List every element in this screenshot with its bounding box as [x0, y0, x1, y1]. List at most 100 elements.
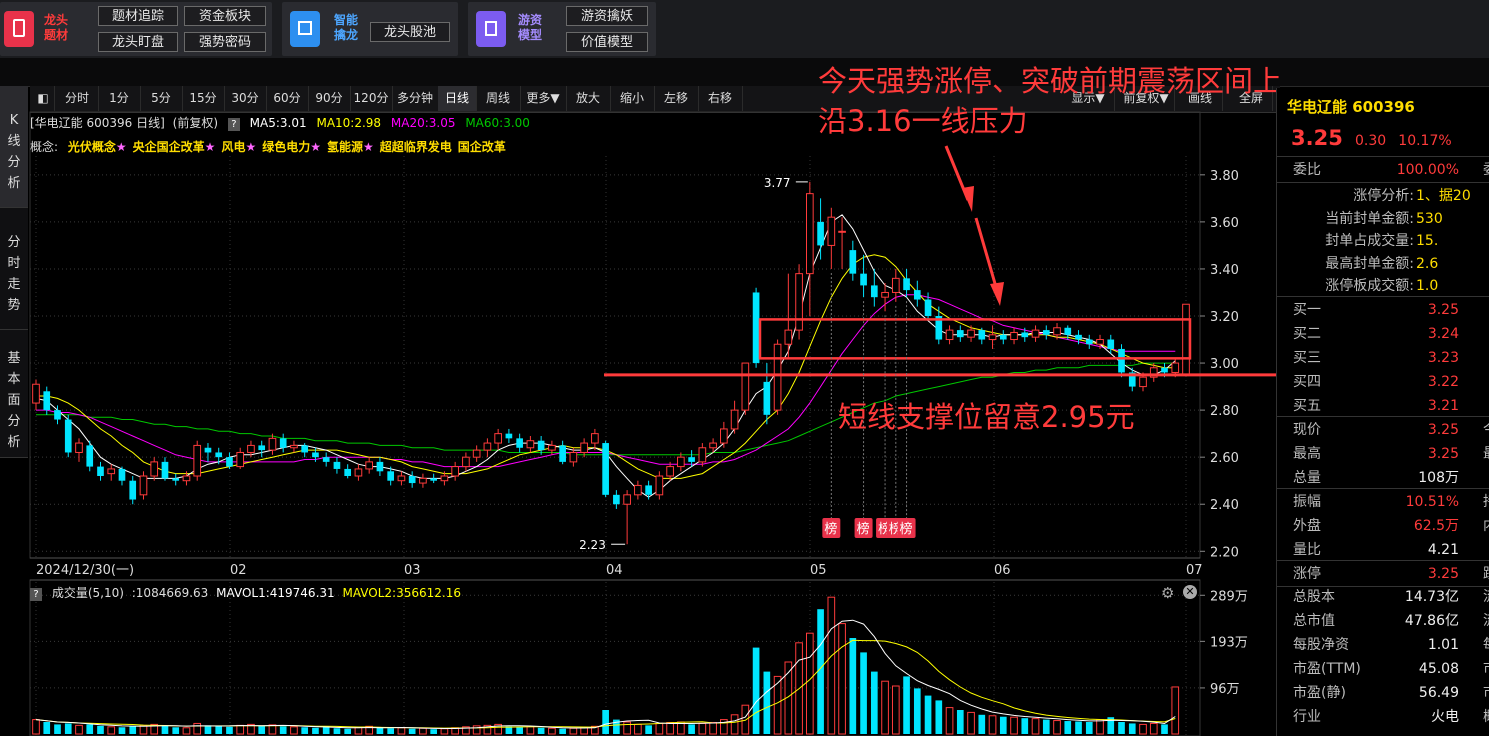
candle-body	[602, 443, 609, 495]
limit-analysis-value: 1.0	[1416, 278, 1439, 294]
volume-bar	[559, 728, 566, 734]
candle-body	[913, 290, 921, 300]
stock-code: 600396	[1352, 98, 1415, 116]
candle-body	[107, 468, 116, 475]
fund-4-row-cut: 市	[1483, 681, 1489, 705]
candle-body	[354, 468, 363, 477]
volume-bar	[569, 727, 578, 735]
candle-body	[569, 451, 578, 463]
candle-body	[397, 475, 406, 482]
fund-1-row-label: 总市值	[1293, 613, 1335, 629]
volume-bar	[645, 725, 652, 734]
volume-bar	[849, 638, 857, 734]
volume-bar	[655, 722, 664, 735]
candle-body	[483, 442, 492, 451]
volume-bar	[860, 652, 867, 734]
candle-body	[741, 362, 750, 411]
fund-4-row-value: 56.49	[1418, 685, 1459, 701]
weibi-row: 委比 100.00% 委	[1277, 158, 1489, 182]
volume-bar	[1075, 721, 1082, 734]
volume-bar	[1128, 723, 1136, 734]
fund-4-row-label: 市盈(静)	[1293, 685, 1346, 701]
candle-body	[698, 447, 707, 463]
fund-5-row-label: 行业	[1293, 709, 1321, 725]
volume-bar	[1149, 722, 1158, 735]
price-tick-label: 2.20	[1210, 545, 1239, 560]
candle-body	[580, 442, 588, 453]
date-label: 07	[1186, 563, 1203, 578]
volume-bar	[387, 728, 395, 734]
candle-body	[817, 221, 824, 246]
volume-bar	[86, 724, 94, 734]
price-tick-label: 3.60	[1210, 216, 1239, 231]
volume-bar	[397, 727, 406, 735]
low-price-label: 2.23	[579, 538, 606, 552]
quote-0-row: 现价 3.25 今	[1277, 418, 1489, 442]
fund-1-row-value: 47.86亿	[1404, 613, 1459, 629]
volume-bar	[54, 724, 61, 734]
candle-body	[548, 444, 556, 451]
volume-bar	[226, 726, 233, 734]
bid-5-row: 买五 3.21	[1277, 394, 1489, 418]
limit-analysis-row: 封单占成交量: 15.	[1277, 229, 1489, 253]
annotation-support: 短线支撑位留意2.95元	[838, 400, 1135, 434]
fund-5-row: 行业 火电 概	[1277, 705, 1489, 729]
candle-body	[1139, 376, 1147, 388]
volume-bar	[870, 671, 878, 734]
candle-body	[451, 466, 459, 477]
limit-price-row: 涨停 3.25 跌	[1277, 562, 1489, 586]
bid-2-row-label: 买二	[1293, 326, 1321, 342]
candle-body	[97, 466, 104, 476]
vol-help-icon[interactable]: ?	[30, 588, 42, 601]
volume-bar	[1010, 716, 1018, 735]
close-icon[interactable]: ✕	[1183, 585, 1197, 599]
candle-body	[472, 449, 481, 458]
bid-1-row: 买一 3.25	[1277, 298, 1489, 322]
candle-body	[1021, 332, 1029, 338]
limit-analysis-value: 15.	[1416, 233, 1439, 249]
volume-bar	[903, 676, 910, 734]
candle-body	[526, 440, 535, 449]
volume-bar	[526, 726, 535, 735]
volume-bar	[193, 722, 202, 735]
candle-body	[827, 216, 836, 246]
fund-0-row-label: 总股本	[1293, 589, 1335, 605]
kline-chart[interactable]: 3.80 3.60 3.40 3.20 3.00 2.80 2.60 2.40 2.20 2024…	[0, 0, 1276, 736]
volume-bar	[634, 723, 642, 735]
candle-body	[924, 299, 932, 316]
candle-body	[1182, 303, 1190, 376]
volume-bar	[312, 727, 319, 734]
candle-body	[312, 452, 319, 458]
bid-4-row-value: 3.22	[1427, 374, 1459, 390]
volume-bar	[408, 728, 416, 734]
candle-body	[1118, 348, 1125, 373]
fund-0-row-value: 14.73亿	[1404, 589, 1459, 605]
bid-1-row-value: 3.25	[1427, 302, 1459, 318]
fund-3-row: 市盈(TTM) 45.08 市	[1277, 657, 1489, 681]
candle-body	[376, 461, 384, 472]
settings-gear-icon[interactable]: ⚙	[1161, 585, 1177, 601]
bang-label: 榜	[857, 521, 870, 537]
volume-bar	[1042, 719, 1050, 734]
candle-body	[139, 475, 148, 496]
divider	[1277, 416, 1489, 417]
vol-label: 成交量(5,10)	[51, 586, 124, 600]
volume-bar	[1031, 718, 1040, 735]
candle-body	[613, 494, 620, 505]
fund-3-row-label: 市盈(TTM)	[1293, 661, 1361, 677]
fund-4-row: 市盈(静) 56.49 市	[1277, 681, 1489, 705]
fund-3-row-cut: 市	[1483, 657, 1489, 681]
candle-body	[591, 433, 599, 444]
candle-body	[677, 456, 685, 468]
candle-body	[301, 445, 309, 453]
date-label: 05	[810, 563, 827, 578]
arrow-line	[974, 217, 1000, 295]
volume-bar	[64, 723, 72, 734]
limit-analysis-label: 当前封单金额:	[1325, 210, 1414, 227]
volume-tick-label: 96万	[1210, 682, 1240, 697]
candle-body	[516, 438, 523, 448]
quote-2-row-value: 108万	[1418, 470, 1459, 486]
candle-body	[1096, 339, 1104, 345]
volume-bar	[956, 710, 964, 734]
stat-0-row-label: 振幅	[1293, 494, 1321, 510]
